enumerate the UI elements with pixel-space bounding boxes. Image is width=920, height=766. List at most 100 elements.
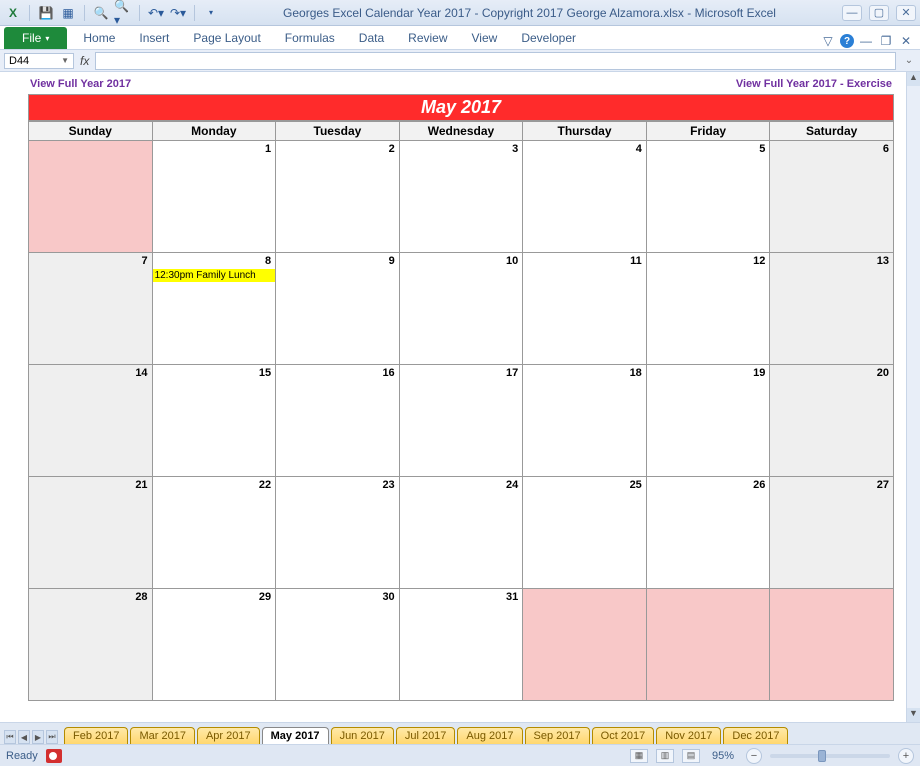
calendar-cell[interactable]: 21	[29, 477, 153, 589]
calendar-cell[interactable]: 16	[276, 365, 400, 477]
help-icon[interactable]: ?	[840, 34, 854, 48]
formula-bar-expand-icon[interactable]: ⌄	[902, 55, 916, 66]
ribbon-expand-icon[interactable]: ▽	[820, 33, 836, 49]
maximize-button[interactable]: ▢	[869, 5, 889, 21]
calendar-cell[interactable]: 5	[646, 141, 770, 253]
zoom-out-button[interactable]: −	[746, 748, 762, 764]
calendar-cell[interactable]: 11	[523, 253, 647, 365]
calendar-cell[interactable]: 17	[399, 365, 523, 477]
undo-icon[interactable]: ↶▾	[147, 4, 165, 22]
calendar-cell[interactable]: 26	[646, 477, 770, 589]
title-bar: X 💾 ▦ 🔍 🔍▾ ↶▾ ↷▾ ▾ Georges Excel Calenda…	[0, 0, 920, 26]
day-number: 12	[753, 255, 765, 267]
calendar-cell[interactable]: 4	[523, 141, 647, 253]
sheet-tab[interactable]: May 2017	[262, 727, 329, 745]
calendar-cell[interactable]: 6	[770, 141, 894, 253]
view-full-year-link[interactable]: View Full Year 2017	[30, 78, 131, 90]
formula-bar[interactable]	[95, 52, 896, 70]
vertical-scrollbar[interactable]: ▲ ▼	[906, 72, 920, 722]
calendar-cell[interactable]: 25	[523, 477, 647, 589]
calendar-cell[interactable]: 22	[152, 477, 276, 589]
calendar-cell[interactable]: 2	[276, 141, 400, 253]
page-layout-view-button[interactable]: ▥	[656, 749, 674, 763]
ribbon-tab-insert[interactable]: Insert	[127, 27, 181, 49]
day-number: 4	[636, 143, 642, 155]
file-tab[interactable]: File▾	[4, 27, 67, 49]
preview-icon[interactable]: ▦	[59, 4, 77, 22]
calendar-cell[interactable]: 24	[399, 477, 523, 589]
ribbon-tab-review[interactable]: Review	[396, 27, 459, 49]
ribbon-tab-data[interactable]: Data	[347, 27, 396, 49]
sheet-tab[interactable]: Nov 2017	[656, 727, 721, 745]
calendar-cell[interactable]: 15	[152, 365, 276, 477]
calendar-cell[interactable]: 19	[646, 365, 770, 477]
calendar-cell[interactable]: 23	[276, 477, 400, 589]
sheet-tab[interactable]: Feb 2017	[64, 727, 128, 745]
sheet-tab[interactable]: Apr 2017	[197, 727, 260, 745]
doc-restore-icon[interactable]: ❐	[878, 33, 894, 49]
normal-view-button[interactable]: ▦	[630, 749, 648, 763]
fx-icon[interactable]: fx	[80, 54, 89, 68]
calendar-cell[interactable]: 10	[399, 253, 523, 365]
doc-close-icon[interactable]: ✕	[898, 33, 914, 49]
sheet-tab[interactable]: Dec 2017	[723, 727, 788, 745]
calendar-cell[interactable]: 28	[29, 589, 153, 701]
zoom-slider[interactable]	[770, 754, 890, 758]
worksheet-area[interactable]: View Full Year 2017 View Full Year 2017 …	[0, 72, 906, 722]
tab-first-icon[interactable]: ⏮	[4, 730, 16, 744]
ribbon-tab-developer[interactable]: Developer	[509, 27, 588, 49]
view-full-year-exercise-link[interactable]: View Full Year 2017 - Exercise	[736, 78, 892, 90]
tab-next-icon[interactable]: ▶	[32, 730, 44, 744]
calendar-cell[interactable]: 3	[399, 141, 523, 253]
name-box[interactable]: D44 ▼	[4, 53, 74, 69]
calendar-cell[interactable]	[646, 589, 770, 701]
scroll-down-icon[interactable]: ▼	[907, 708, 920, 722]
redo-icon[interactable]: ↷▾	[169, 4, 187, 22]
name-box-dropdown-icon[interactable]: ▼	[61, 56, 69, 65]
zoom-thumb[interactable]	[818, 750, 826, 762]
qat-customize-icon[interactable]: ▾	[202, 4, 220, 22]
zoom-level[interactable]: 95%	[712, 750, 734, 762]
ribbon-tab-view[interactable]: View	[460, 27, 510, 49]
ribbon-tab-page-layout[interactable]: Page Layout	[181, 27, 272, 49]
calendar-cell[interactable]: 1	[152, 141, 276, 253]
calendar-cell[interactable]: 9	[276, 253, 400, 365]
calendar-cell[interactable]: 812:30pm Family Lunch	[152, 253, 276, 365]
calendar-cell[interactable]: 27	[770, 477, 894, 589]
sheet-tab[interactable]: Jul 2017	[396, 727, 456, 745]
calendar-cell[interactable]	[29, 141, 153, 253]
save-icon[interactable]: 💾	[37, 4, 55, 22]
sheet-tab[interactable]: Oct 2017	[592, 727, 655, 745]
tab-last-icon[interactable]: ⏭	[46, 730, 58, 744]
calendar-cell[interactable]: 14	[29, 365, 153, 477]
calendar-table: SundayMondayTuesdayWednesdayThursdayFrid…	[28, 121, 894, 701]
scroll-up-icon[interactable]: ▲	[907, 72, 920, 86]
ribbon-tab-home[interactable]: Home	[71, 27, 127, 49]
minimize-button[interactable]: —	[842, 5, 862, 21]
calendar-cell[interactable]: 29	[152, 589, 276, 701]
calendar-cell[interactable]: 18	[523, 365, 647, 477]
sheet-tab[interactable]: Jun 2017	[331, 727, 394, 745]
sheet-tab[interactable]: Aug 2017	[457, 727, 522, 745]
page-break-view-button[interactable]: ▤	[682, 749, 700, 763]
find2-icon[interactable]: 🔍▾	[114, 4, 132, 22]
calendar-cell[interactable]: 7	[29, 253, 153, 365]
calendar-cell[interactable]: 30	[276, 589, 400, 701]
calendar-cell[interactable]: 12	[646, 253, 770, 365]
calendar-cell[interactable]	[523, 589, 647, 701]
macro-record-icon[interactable]	[46, 749, 62, 763]
ribbon-tab-formulas[interactable]: Formulas	[273, 27, 347, 49]
calendar-cell[interactable]: 20	[770, 365, 894, 477]
tab-prev-icon[interactable]: ◀	[18, 730, 30, 744]
zoom-in-button[interactable]: +	[898, 748, 914, 764]
sheet-tab[interactable]: Mar 2017	[130, 727, 194, 745]
calendar-cell[interactable]	[770, 589, 894, 701]
name-box-value: D44	[9, 55, 29, 67]
doc-minimize-icon[interactable]: —	[858, 33, 874, 49]
calendar-cell[interactable]: 31	[399, 589, 523, 701]
find-icon[interactable]: 🔍	[92, 4, 110, 22]
calendar-cell[interactable]: 13	[770, 253, 894, 365]
close-button[interactable]: ✕	[896, 5, 916, 21]
calendar-event[interactable]: 12:30pm Family Lunch	[153, 269, 276, 282]
sheet-tab[interactable]: Sep 2017	[525, 727, 590, 745]
